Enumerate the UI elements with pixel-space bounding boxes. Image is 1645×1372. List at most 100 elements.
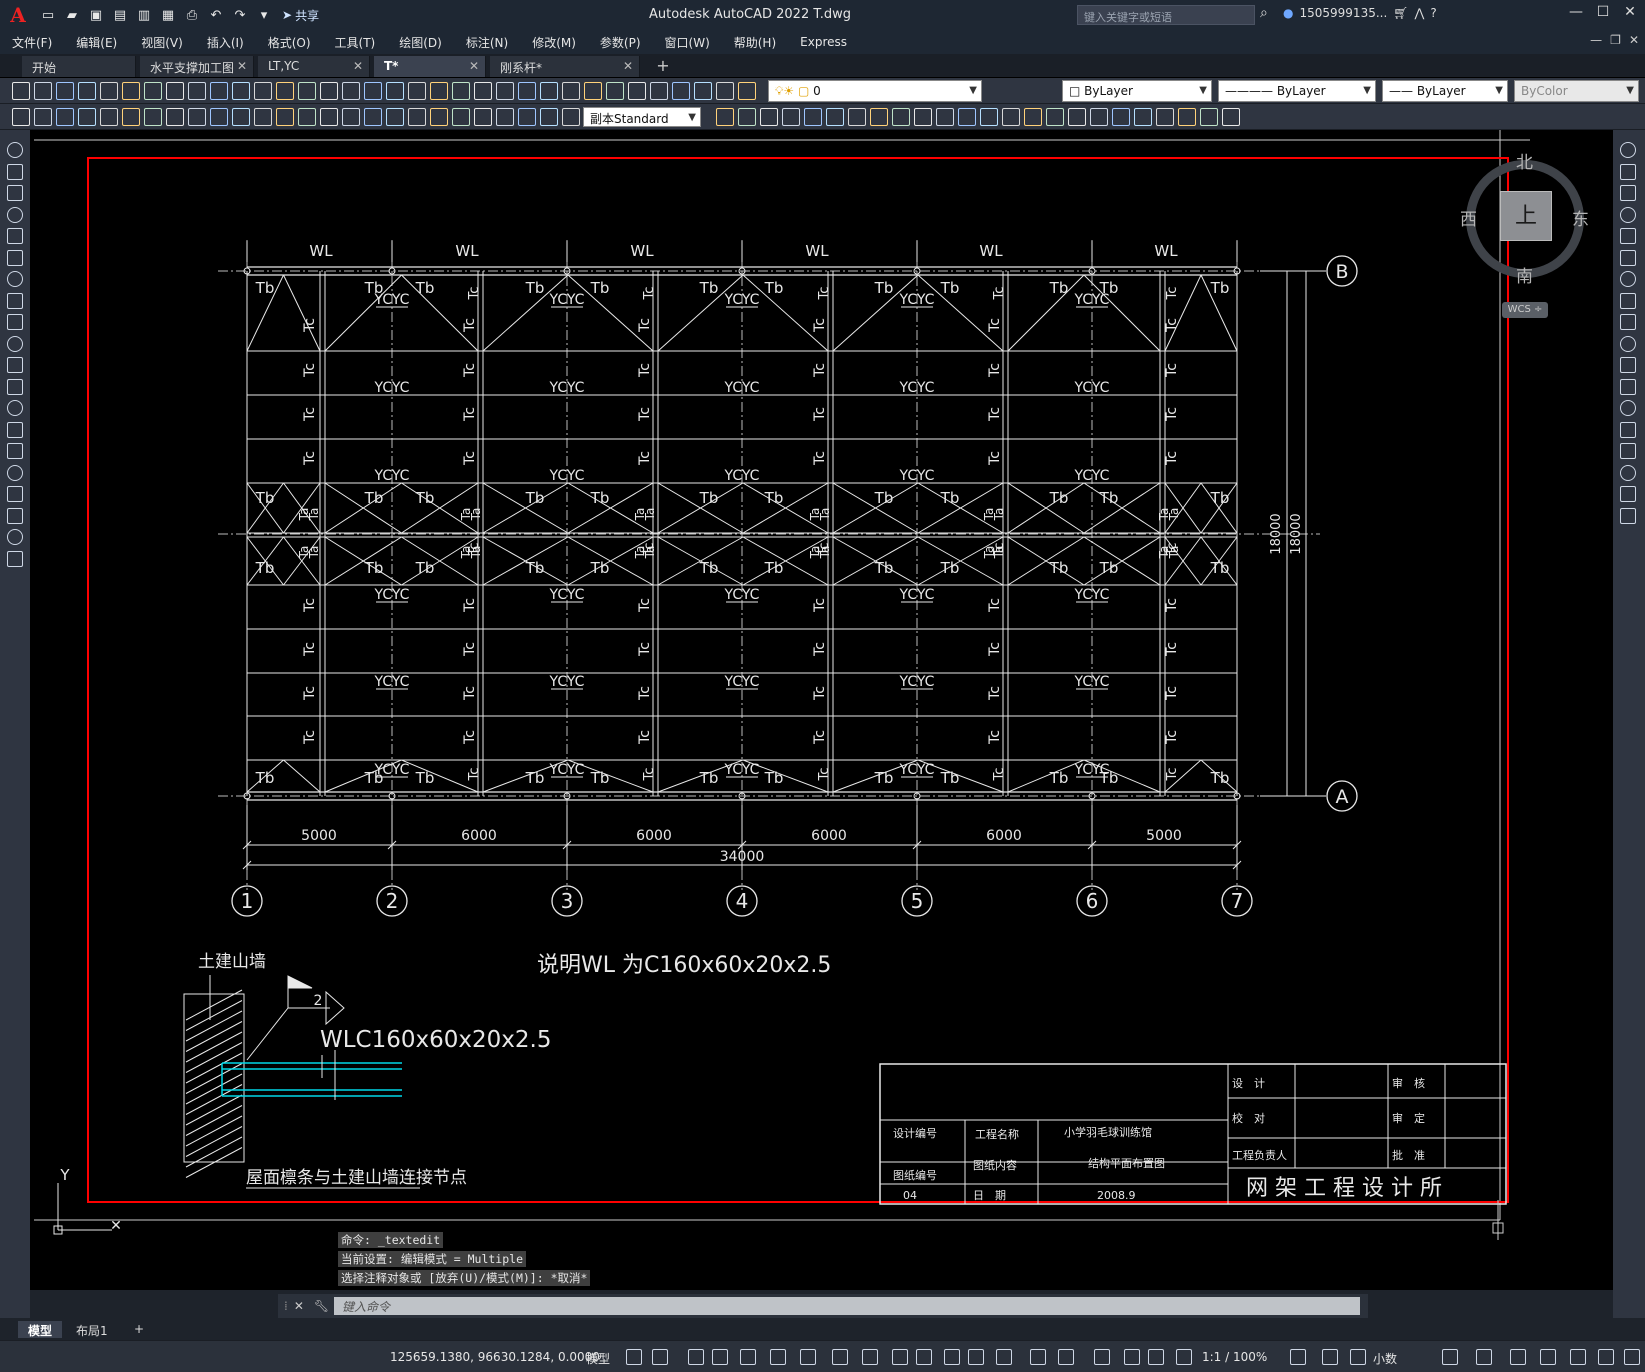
toolbar-tool-icon[interactable] [298, 108, 316, 126]
palette-tool-icon[interactable] [1620, 206, 1636, 223]
status-toggle-icon[interactable] [996, 1349, 1012, 1365]
plot-icon[interactable]: ⎙ [182, 5, 202, 25]
toolbar-tool-icon[interactable] [342, 108, 360, 126]
drawing-restore-icon[interactable]: ❐ [1610, 33, 1621, 47]
drawing-canvas[interactable]: WL WL WL WL WL WL Tb Tb Tb Tb Tb Tb Tb Tb Tb Tb Tb Tb Tb Tb… [30, 130, 1613, 1290]
status-toggle-icon[interactable] [832, 1349, 848, 1365]
palette-tool-icon[interactable] [7, 529, 23, 545]
toolbar-tool-icon[interactable] [738, 82, 756, 100]
palette-tool-icon[interactable] [7, 550, 23, 567]
toolbar-tool-icon[interactable] [562, 108, 580, 126]
viewcube-top-face[interactable]: 上 [1500, 191, 1552, 241]
palette-tool-icon[interactable] [1620, 421, 1636, 438]
palette-tool-icon[interactable] [7, 142, 23, 158]
status-toggle-icon[interactable] [712, 1349, 728, 1365]
status-toggle-icon[interactable] [1570, 1349, 1586, 1365]
status-toggle-icon[interactable] [1476, 1349, 1492, 1365]
palette-tool-icon[interactable] [7, 228, 23, 244]
palette-tool-icon[interactable] [7, 292, 23, 309]
undo-icon[interactable]: ↶ [206, 5, 226, 25]
tab-close-icon[interactable]: ✕ [469, 59, 479, 73]
user-account[interactable]: ● 1505999135... 🛒︎ ⋀ ? [1283, 6, 1437, 20]
palette-tool-icon[interactable] [1620, 228, 1636, 244]
palette-tool-icon[interactable] [7, 464, 23, 481]
toolbar-tool-icon[interactable] [1156, 108, 1174, 126]
toolbar-tool-icon[interactable] [804, 108, 822, 126]
palette-tool-icon[interactable] [7, 163, 23, 180]
toolbar-tool-icon[interactable] [584, 82, 602, 100]
toolbar-tool-icon[interactable] [716, 82, 734, 100]
toolbar-tool-icon[interactable] [386, 108, 404, 126]
palette-tool-icon[interactable] [1620, 357, 1636, 373]
document-tab[interactable]: T* ✕ [374, 56, 486, 77]
status-toggle-icon[interactable] [1322, 1349, 1338, 1365]
toolbar-tool-icon[interactable] [1046, 108, 1064, 126]
toolbar-tool-icon[interactable] [452, 108, 470, 126]
toolbar-tool-icon[interactable] [276, 108, 294, 126]
status-toggle-icon[interactable] [1030, 1349, 1046, 1365]
status-toggle-icon[interactable] [1442, 1349, 1458, 1365]
lineweight-dropdown[interactable]: —— ByLayer ▼ [1382, 80, 1508, 102]
share-button[interactable]: ➤ 共享 [282, 7, 319, 24]
menu-item[interactable]: 格式(O) [268, 34, 311, 51]
toolbar-tool-icon[interactable] [694, 82, 712, 100]
toolbar-tool-icon[interactable] [100, 108, 118, 126]
units-selector[interactable]: 小数 [1373, 1350, 1397, 1367]
toolbar-tool-icon[interactable] [650, 82, 668, 100]
menu-item[interactable]: 视图(V) [141, 34, 183, 51]
command-grip-icon[interactable]: ⁞ [284, 1299, 288, 1313]
toolbar-tool-icon[interactable] [78, 82, 96, 100]
status-toggle-icon[interactable] [770, 1349, 786, 1365]
document-tab[interactable]: LT,YC ✕ [258, 56, 370, 77]
toolbar-tool-icon[interactable] [254, 82, 272, 100]
palette-tool-icon[interactable] [7, 357, 23, 373]
minimize-button[interactable]: — [1565, 4, 1587, 26]
toolbar-tool-icon[interactable] [1112, 108, 1130, 126]
toolbar-tool-icon[interactable] [166, 108, 184, 126]
close-command-icon[interactable]: ✕ [294, 1299, 304, 1313]
toolbar-tool-icon[interactable] [78, 108, 96, 126]
palette-tool-icon[interactable] [7, 335, 23, 352]
toolbar-tool-icon[interactable] [606, 82, 624, 100]
color-dropdown[interactable]: □ ByLayer ▼ [1062, 80, 1212, 102]
toolbar-tool-icon[interactable] [628, 82, 646, 100]
palette-tool-icon[interactable] [7, 314, 23, 330]
close-button[interactable]: ✕ [1619, 4, 1641, 26]
toolbar-tool-icon[interactable] [496, 108, 514, 126]
text-style-dropdown[interactable]: 副本Standard ▼ [583, 107, 701, 127]
toolbar-tool-icon[interactable] [12, 108, 30, 126]
menu-item[interactable]: 编辑(E) [76, 34, 117, 51]
document-tab[interactable]: 开始 [22, 56, 136, 77]
toolbar-tool-icon[interactable] [166, 82, 184, 100]
toolbar-tool-icon[interactable] [540, 108, 558, 126]
toolbar-tool-icon[interactable] [518, 108, 536, 126]
menu-item[interactable]: Express [800, 35, 847, 49]
menu-item[interactable]: 窗口(W) [665, 34, 710, 51]
toolbar-tool-icon[interactable] [760, 108, 778, 126]
toolbar-tool-icon[interactable] [276, 82, 294, 100]
palette-tool-icon[interactable] [1620, 271, 1636, 287]
toolbar-tool-icon[interactable] [518, 82, 536, 100]
toolbar-tool-icon[interactable] [474, 82, 492, 100]
save-web-icon[interactable]: ▦ [158, 5, 178, 25]
toolbar-tool-icon[interactable] [848, 108, 866, 126]
toolbar-tool-icon[interactable] [914, 108, 932, 126]
autocad-logo-icon[interactable]: A [0, 0, 36, 30]
search-icon[interactable]: ⌕ [1260, 5, 1268, 21]
open-file-icon[interactable]: ▰ [62, 5, 82, 25]
toolbar-tool-icon[interactable] [826, 108, 844, 126]
toolbar-tool-icon[interactable] [958, 108, 976, 126]
menu-item[interactable]: 工具(T) [335, 34, 376, 51]
toolbar-tool-icon[interactable] [782, 108, 800, 126]
palette-tool-icon[interactable] [1620, 249, 1636, 266]
tab-close-icon[interactable]: ✕ [623, 59, 633, 73]
palette-tool-icon[interactable] [1620, 507, 1636, 524]
palette-tool-icon[interactable] [1620, 314, 1636, 330]
toolbar-tool-icon[interactable] [210, 82, 228, 100]
status-toggle-icon[interactable] [1290, 1349, 1306, 1365]
toolbar-tool-icon[interactable] [56, 82, 74, 100]
status-toggle-icon[interactable] [1598, 1349, 1614, 1365]
toolbar-tool-icon[interactable] [34, 82, 52, 100]
status-toggle-icon[interactable] [652, 1349, 668, 1365]
toolbar-tool-icon[interactable] [1090, 108, 1108, 126]
